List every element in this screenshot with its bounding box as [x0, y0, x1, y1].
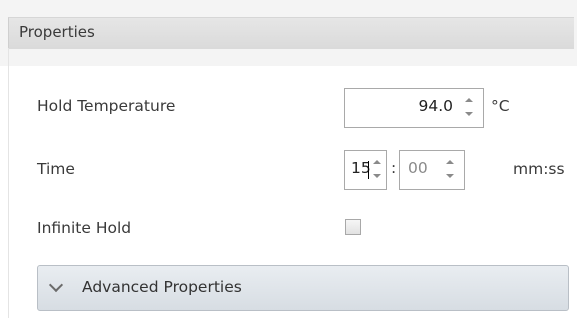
- spin-up-arrow-icon[interactable]: [465, 98, 473, 102]
- advanced-properties-label[interactable]: Advanced Properties: [82, 278, 242, 296]
- time-unit: mm:ss: [513, 160, 565, 178]
- hold-temperature-spinbox[interactable]: 94.0: [344, 88, 484, 128]
- panel-header-area: Properties: [0, 0, 577, 66]
- properties-panel: Properties Hold Temperature 94.0 °C Time…: [0, 0, 577, 318]
- minutes-spinner[interactable]: [371, 154, 383, 186]
- temperature-unit: °C: [491, 97, 510, 115]
- spin-down-arrow-icon[interactable]: [446, 174, 454, 178]
- time-separator: :: [391, 159, 397, 177]
- infinite-hold-label: Infinite Hold: [37, 219, 132, 237]
- properties-header: Properties: [8, 17, 574, 49]
- spin-down-arrow-icon[interactable]: [465, 112, 473, 116]
- spin-up-arrow-icon[interactable]: [373, 160, 381, 164]
- seconds-spinner[interactable]: [444, 154, 456, 186]
- minutes-spinbox[interactable]: 15: [344, 150, 387, 190]
- advanced-properties-expander[interactable]: Advanced Properties: [37, 265, 569, 311]
- spin-down-arrow-icon[interactable]: [373, 174, 381, 178]
- infinite-hold-checkbox[interactable]: [345, 219, 361, 235]
- spin-up-arrow-icon[interactable]: [446, 160, 454, 164]
- time-label: Time: [37, 160, 75, 178]
- seconds-value[interactable]: 00: [408, 159, 428, 177]
- hold-temperature-spinner[interactable]: [463, 92, 475, 124]
- hold-temperature-value[interactable]: 94.0: [418, 97, 453, 115]
- seconds-spinbox[interactable]: 00: [399, 150, 465, 190]
- text-caret: [368, 161, 369, 179]
- panel-left-border: [8, 48, 9, 318]
- panel-title: Properties: [19, 23, 95, 41]
- hold-temperature-label: Hold Temperature: [37, 97, 176, 115]
- chevron-down-icon[interactable]: [48, 277, 64, 293]
